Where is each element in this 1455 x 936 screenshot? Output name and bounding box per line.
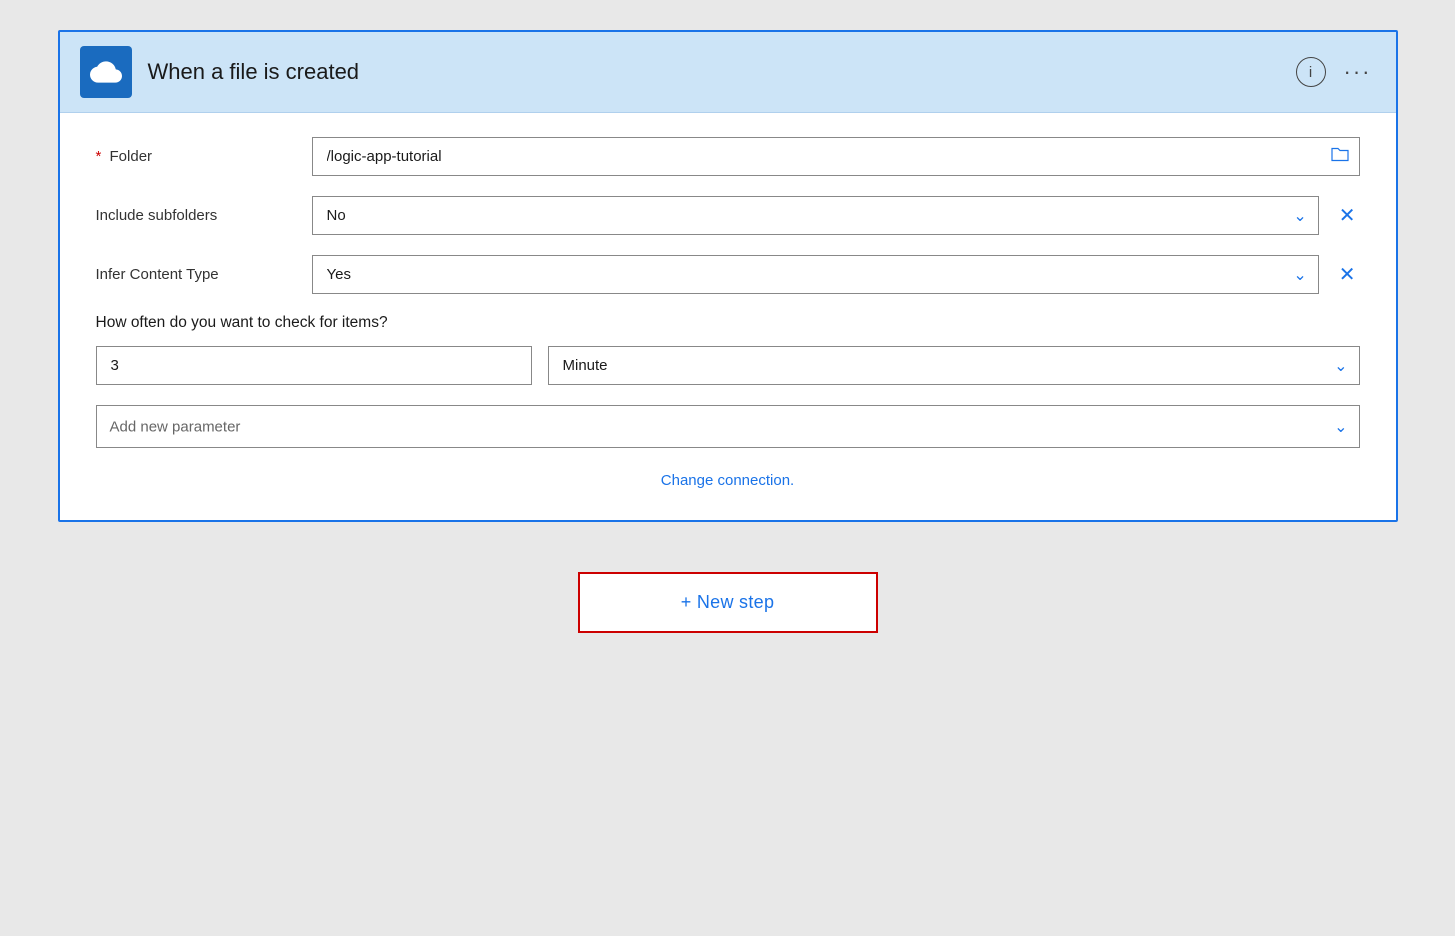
new-step-area: + New step — [58, 522, 1398, 663]
infer-row: Infer Content Type Yes No ⌄ ✕ — [96, 255, 1360, 294]
info-icon: i — [1309, 64, 1312, 81]
param-row: Add new parameter ⌄ — [96, 405, 1360, 448]
folder-input[interactable] — [312, 137, 1360, 176]
trigger-card: When a file is created i ··· * Folder — [58, 30, 1398, 522]
folder-browse-button[interactable] — [1330, 146, 1350, 167]
folder-row: * Folder — [96, 137, 1360, 176]
connector-icon — [80, 46, 132, 98]
change-connection-link[interactable]: Change connection. — [661, 472, 794, 489]
folder-icon — [1330, 146, 1350, 162]
unit-select-wrap: Minute Hour Day Week Month ⌄ — [548, 346, 1360, 385]
infer-select-wrap: Yes No ⌄ — [312, 255, 1319, 294]
folder-input-wrap — [312, 137, 1360, 176]
unit-select[interactable]: Minute Hour Day Week Month — [548, 346, 1360, 385]
card-body: * Folder Include subfolders — [60, 113, 1396, 520]
subfolders-row: Include subfolders No Yes ⌄ ✕ — [96, 196, 1360, 235]
page-wrapper: When a file is created i ··· * Folder — [58, 30, 1398, 663]
subfolders-clear-button[interactable]: ✕ — [1335, 203, 1360, 228]
more-icon: ··· — [1344, 59, 1372, 84]
infer-select[interactable]: Yes No — [312, 255, 1319, 294]
interval-row: Minute Hour Day Week Month ⌄ — [96, 346, 1360, 385]
subfolders-label: Include subfolders — [96, 207, 296, 224]
more-button[interactable]: ··· — [1340, 59, 1376, 85]
cloud-svg — [90, 56, 122, 88]
card-title: When a file is created — [148, 59, 1280, 85]
frequency-question: How often do you want to check for items… — [96, 314, 1360, 332]
add-param-select[interactable] — [96, 405, 1360, 448]
interval-input[interactable] — [96, 346, 532, 385]
add-param-wrap: Add new parameter ⌄ — [96, 405, 1360, 448]
subfolders-select[interactable]: No Yes — [312, 196, 1319, 235]
infer-label: Infer Content Type — [96, 266, 296, 283]
required-star: * — [96, 148, 102, 165]
folder-label: * Folder — [96, 148, 296, 165]
header-actions: i ··· — [1296, 57, 1376, 87]
info-button[interactable]: i — [1296, 57, 1326, 87]
change-connection-area: Change connection. — [96, 472, 1360, 490]
card-header: When a file is created i ··· — [60, 32, 1396, 113]
new-step-button[interactable]: + New step — [578, 572, 878, 633]
infer-clear-button[interactable]: ✕ — [1335, 262, 1360, 287]
subfolders-select-wrap: No Yes ⌄ — [312, 196, 1319, 235]
